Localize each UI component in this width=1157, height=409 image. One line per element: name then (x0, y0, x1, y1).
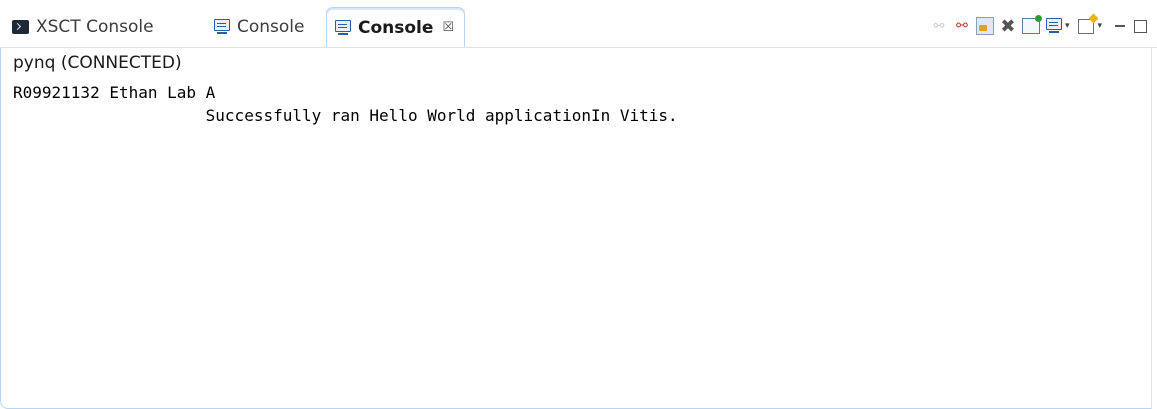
disconnect-dim-icon[interactable]: ⚯ (929, 16, 949, 36)
console-toolbar: ⚯ ⚯ ✖ ▾ ▾ (929, 14, 1147, 38)
disconnect-icon[interactable]: ⚯ (952, 16, 972, 36)
chevron-down-icon[interactable]: ▾ (1097, 21, 1102, 31)
tab-console[interactable]: Console (214, 10, 305, 44)
remove-launch-icon[interactable]: ✖ (998, 16, 1018, 37)
tab-label: XSCT Console (36, 17, 154, 37)
maximize-icon[interactable] (1134, 19, 1147, 33)
tab-xsct-console[interactable]: XSCT Console (12, 10, 154, 44)
display-console-icon[interactable] (1044, 16, 1064, 36)
open-console-icon[interactable] (1076, 16, 1096, 36)
connection-status: pynq (CONNECTED) (13, 53, 182, 73)
pin-console-icon[interactable] (1021, 15, 1042, 36)
tab-console-active[interactable]: Console ☒ (326, 7, 466, 47)
console-line: R09921132 Ethan Lab A (13, 83, 216, 102)
console-icon (214, 19, 230, 35)
tab-label: Console (358, 17, 434, 38)
console-view: XSCT Console Console Console ☒ ⚯ ⚯ ✖ ▾ ▾… (0, 0, 1157, 409)
tab-bar: XSCT Console Console Console ☒ ⚯ ⚯ ✖ ▾ ▾ (0, 0, 1157, 48)
terminal-icon (12, 20, 29, 34)
close-icon[interactable]: ☒ (442, 20, 454, 35)
console-line: Successfully ran Hello World application… (13, 106, 678, 125)
console-icon (335, 19, 351, 36)
chevron-down-icon[interactable]: ▾ (1065, 21, 1070, 31)
minimize-icon[interactable] (1115, 25, 1125, 27)
scroll-lock-icon[interactable] (975, 16, 995, 36)
tab-label: Console (237, 17, 305, 37)
console-output[interactable]: R09921132 Ethan Lab A Successfully ran H… (13, 81, 678, 127)
